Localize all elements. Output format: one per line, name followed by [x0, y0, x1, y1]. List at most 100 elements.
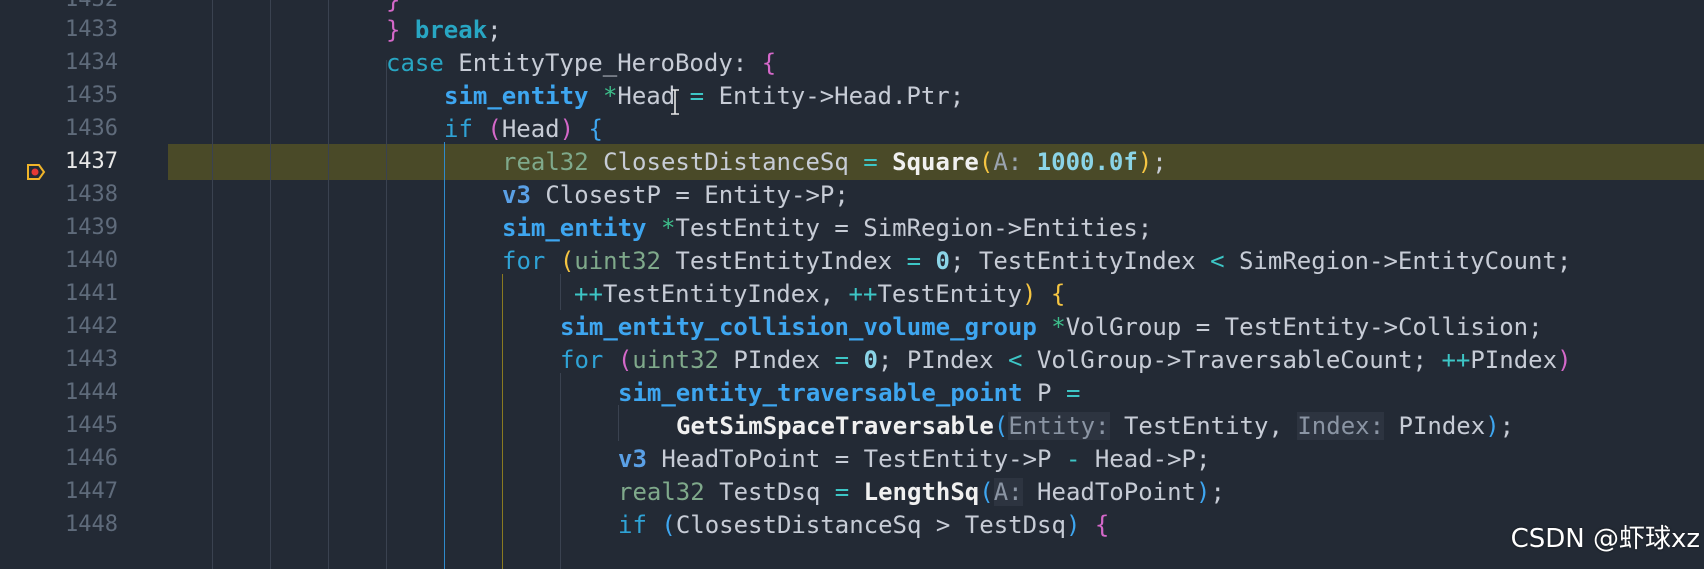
line-number: 1447	[65, 479, 118, 504]
code-token: ++	[574, 280, 603, 308]
code-token: ClosestDistanceSq > TestDsq	[675, 511, 1066, 539]
code-token: v3	[618, 445, 647, 473]
code-line-1446[interactable]: v3 HeadToPoint = TestEntity->P - Head->P…	[168, 441, 1704, 477]
code-token: (	[661, 511, 676, 539]
code-token: PIndex	[718, 346, 835, 374]
code-line-1433[interactable]: } break;	[168, 12, 1704, 48]
code-token: Head->P;	[1080, 445, 1211, 473]
code-editor[interactable]: 1432 1433 1434 1435 1436 1437 1438 1439 …	[0, 0, 1704, 569]
line-number-gutter[interactable]: 1432 1433 1434 1435 1436 1437 1438 1439 …	[0, 0, 168, 569]
parameter-hint: Index:	[1297, 412, 1385, 440]
code-token: sim_entity_collision_volume_group	[560, 313, 1037, 341]
parameter-hint: A:	[993, 478, 1023, 506]
line-number: 1444	[65, 380, 118, 405]
line-number: 1434	[65, 50, 118, 75]
line-number: 1441	[65, 281, 118, 306]
code-line-1435[interactable]: sim_entity *Head = Entity->Head.Ptr;	[168, 78, 1704, 114]
code-line-1438[interactable]: v3 ClosestP = Entity->P;	[168, 177, 1704, 213]
line-number: 1439	[65, 215, 118, 240]
code-token: case	[386, 49, 444, 77]
code-token: TestDsq	[704, 478, 835, 506]
code-token: (	[559, 247, 575, 275]
code-token: real32	[618, 478, 705, 506]
code-token: LengthSq	[863, 478, 980, 506]
code-line-1448[interactable]: if (ClosestDistanceSq > TestDsq) {	[168, 507, 1704, 543]
code-token: ;	[1210, 478, 1225, 506]
parameter-hint: A:	[993, 148, 1023, 176]
code-token: )	[1065, 511, 1081, 539]
code-token: (	[978, 148, 994, 176]
code-token: =	[834, 346, 850, 374]
line-number: 1433	[65, 17, 118, 42]
code-token: break	[400, 16, 488, 44]
code-line-1445[interactable]: GetSimSpaceTraversable(Entity: TestEntit…	[168, 408, 1704, 444]
line-number: 1443	[65, 347, 118, 372]
code-token: )	[1137, 148, 1153, 176]
code-line-1439[interactable]: sim_entity *TestEntity = SimRegion->Enti…	[168, 210, 1704, 246]
code-line-1443[interactable]: for (uint32 PIndex = 0; PIndex < VolGrou…	[168, 342, 1704, 378]
line-number: 1448	[65, 512, 118, 537]
code-token: =	[863, 148, 878, 176]
breakpoint-icon[interactable]	[26, 163, 46, 181]
code-line-1440[interactable]: for (uint32 TestEntityIndex = 0; TestEnt…	[168, 243, 1704, 279]
code-token: ClosestP = Entity->P;	[530, 181, 849, 209]
code-token: ; TestEntityIndex	[949, 247, 1211, 275]
code-line-1436[interactable]: if (Head) {	[168, 111, 1704, 147]
code-token: -	[1065, 445, 1081, 473]
code-line-1444[interactable]: sim_entity_traversable_point P =	[168, 375, 1704, 411]
code-token: {	[761, 49, 777, 77]
code-token: TestEntity	[877, 280, 1022, 308]
code-token: =	[834, 478, 850, 506]
code-token: HeadToPoint = TestEntity->P	[646, 445, 1066, 473]
code-line-1442[interactable]: sim_entity_collision_volume_group *VolGr…	[168, 309, 1704, 345]
code-token: {	[1050, 280, 1066, 308]
code-token: =	[675, 82, 719, 110]
line-number: 1440	[65, 248, 118, 273]
code-token: {	[1094, 511, 1110, 539]
code-token: ; PIndex	[877, 346, 1008, 374]
code-line-1437[interactable]: real32 ClosestDistanceSq = Square(A: 100…	[168, 144, 1704, 180]
code-token: ++	[1441, 346, 1471, 374]
code-line-1447[interactable]: real32 TestDsq = LengthSq(A: HeadToPoint…	[168, 474, 1704, 510]
text-cursor-icon	[671, 89, 679, 115]
code-token: )	[1021, 280, 1037, 308]
code-token: v3	[502, 181, 531, 209]
code-token: 1000.0f	[1036, 148, 1138, 176]
code-token: EntityType_HeroBody:	[443, 49, 762, 77]
code-token: 0	[935, 247, 950, 275]
line-number: 1446	[65, 446, 118, 471]
code-line-1441[interactable]: ++TestEntityIndex, ++TestEntity) {	[168, 276, 1704, 312]
code-token: )	[559, 115, 575, 143]
code-token: sim_entity	[502, 214, 647, 242]
line-number: 1435	[65, 83, 118, 108]
line-number-active: 1437	[65, 149, 118, 174]
code-token: for	[560, 346, 604, 374]
code-token: =	[906, 247, 922, 275]
code-token: Entity->Head.Ptr;	[718, 82, 965, 110]
code-token: VolGroup = TestEntity->Collision;	[1065, 313, 1543, 341]
code-token: <	[1007, 346, 1023, 374]
code-token: SimRegion->EntityCount;	[1224, 247, 1572, 275]
code-token: P	[1022, 379, 1066, 407]
line-number: 1438	[65, 182, 118, 207]
code-token: TestEntityIndex	[660, 247, 907, 275]
code-token: PIndex	[1384, 412, 1486, 440]
line-number: 1445	[65, 413, 118, 438]
code-token: <	[1210, 247, 1225, 275]
code-token: ++	[848, 280, 878, 308]
code-token: Head	[617, 82, 676, 110]
code-line-1434[interactable]: case EntityType_HeroBody: {	[168, 45, 1704, 81]
code-token: ;	[487, 16, 502, 44]
code-token: real32	[502, 148, 589, 176]
